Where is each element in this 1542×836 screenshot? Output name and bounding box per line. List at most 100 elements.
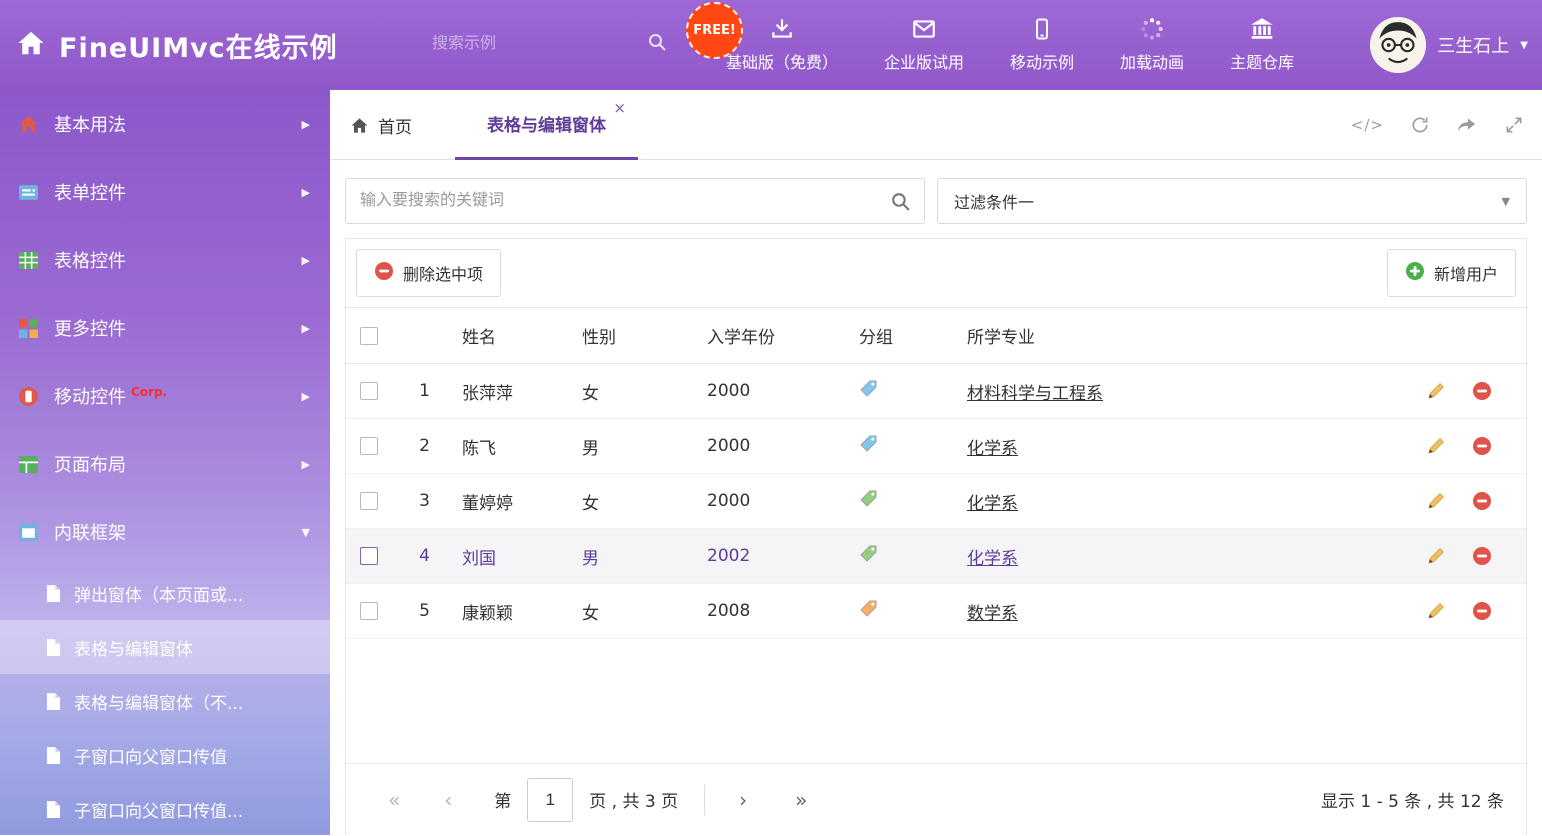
delete-row-icon[interactable] — [1472, 491, 1492, 511]
major-link[interactable]: 数学系 — [967, 604, 1018, 624]
sidebar-item-basic-usage[interactable]: 基本用法 ▶ — [0, 90, 330, 158]
row-number: 1 — [392, 364, 454, 419]
nav-item-label: 基础版（免费） — [726, 49, 838, 73]
record-summary: 显示 1 - 5 条 , 共 12 条 — [1321, 787, 1504, 812]
app-logo[interactable]: FineUIMvc在线示例 — [16, 0, 338, 90]
sidebar-item-mobile-controls[interactable]: 移动控件 Corp. ▶ — [0, 362, 330, 430]
enrollment-year: 2008 — [699, 584, 851, 639]
sidebar-item-page-layout[interactable]: 页面布局 ▶ — [0, 430, 330, 498]
page-number-input[interactable] — [527, 778, 573, 822]
sidebar-item-label: 页面布局 — [54, 451, 126, 477]
select-all-checkbox[interactable] — [360, 327, 378, 345]
nav-item-label: 移动示例 — [1010, 49, 1074, 73]
nav-item-basic-free[interactable]: 基础版（免费） — [726, 14, 838, 73]
pagination-bar: « ‹ 第 页 , 共 3 页 › » 显示 1 - 5 条 , 共 12 条 — [346, 763, 1526, 835]
first-page-button[interactable]: « — [388, 788, 400, 812]
header-nav: 基础版（免费） 企业版试用 移动示例 加载动画 主题仓库 — [726, 14, 1294, 73]
next-page-button[interactable]: › — [739, 788, 747, 812]
edit-icon[interactable] — [1426, 601, 1446, 621]
main-content: 首页 表格与编辑窗体 × </> 过滤条件一 ▼ — [330, 90, 1542, 835]
file-icon — [46, 692, 61, 711]
share-icon[interactable] — [1456, 114, 1478, 136]
edit-icon[interactable] — [1426, 491, 1446, 511]
tab-home-label: 首页 — [378, 113, 412, 138]
sidebar-subitem-grid-edit-window[interactable]: 表格与编辑窗体 — [0, 620, 330, 674]
delete-selected-label: 删除选中项 — [403, 261, 483, 285]
close-tab-icon[interactable]: × — [613, 99, 626, 117]
grid-panel: 删除选中项 新增用户 姓名 性别 入学年份 — [345, 238, 1527, 835]
sidebar-item-form-controls[interactable]: 表单控件 ▶ — [0, 158, 330, 226]
sidebar-subitem-child-to-parent[interactable]: 子窗口向父窗口传值 — [0, 728, 330, 782]
refresh-icon[interactable] — [1410, 115, 1430, 135]
prev-page-button[interactable]: ‹ — [444, 788, 452, 812]
sidebar-item-iframe[interactable]: 内联框架 ▼ — [0, 498, 330, 566]
major-link[interactable]: 化学系 — [967, 549, 1018, 569]
form-icon — [18, 182, 39, 203]
file-icon — [46, 638, 61, 657]
sidebar-subitem-child-to-parent-2[interactable]: 子窗口向父窗口传值... — [0, 782, 330, 836]
last-page-button[interactable]: » — [795, 788, 807, 812]
major-link[interactable]: 材料科学与工程系 — [967, 384, 1103, 404]
search-icon[interactable] — [647, 32, 667, 56]
major-link[interactable]: 化学系 — [967, 494, 1018, 514]
add-user-button[interactable]: 新增用户 — [1387, 249, 1516, 297]
enrollment-year: 2002 — [699, 529, 851, 584]
caret-down-icon: ▼ — [1502, 195, 1510, 208]
enrollment-year: 2000 — [699, 419, 851, 474]
edit-icon[interactable] — [1426, 436, 1446, 456]
sidebar-subitem-label: 弹出窗体（本页面或... — [74, 581, 243, 606]
delete-row-icon[interactable] — [1472, 381, 1492, 401]
sidebar-item-grid-controls[interactable]: 表格控件 ▶ — [0, 226, 330, 294]
search-icon[interactable] — [890, 191, 911, 212]
mobile-controls-icon — [18, 386, 39, 407]
header-search-input[interactable] — [432, 35, 639, 53]
caret-down-icon: ▼ — [302, 526, 310, 539]
grid-toolbar: 删除选中项 新增用户 — [346, 239, 1526, 307]
envelope-icon — [911, 14, 937, 42]
nav-item-label: 主题仓库 — [1230, 49, 1294, 73]
view-source-icon[interactable]: </> — [1351, 116, 1384, 134]
sidebar-item-more-controls[interactable]: 更多控件 ▶ — [0, 294, 330, 362]
filter-dropdown[interactable]: 过滤条件一 ▼ — [937, 178, 1527, 224]
table-header-row: 姓名 性别 入学年份 分组 所学专业 — [346, 308, 1526, 364]
major-link[interactable]: 化学系 — [967, 439, 1018, 459]
tab-home[interactable]: 首页 — [350, 90, 412, 160]
keyword-search-input[interactable] — [346, 179, 924, 223]
edit-icon[interactable] — [1426, 381, 1446, 401]
row-checkbox[interactable] — [360, 492, 378, 510]
col-row-number — [392, 308, 454, 364]
user-menu[interactable]: 三生石上 ▼ — [1370, 0, 1528, 90]
delete-row-icon[interactable] — [1472, 436, 1492, 456]
free-badge: FREE! — [686, 2, 743, 59]
group-tag-icon — [859, 434, 878, 453]
row-checkbox[interactable] — [360, 382, 378, 400]
sidebar: 基本用法 ▶ 表单控件 ▶ 表格控件 ▶ 更多控件 ▶ 移动控件 Corp. ▶… — [0, 90, 330, 835]
student-name: 张萍萍 — [454, 364, 574, 419]
table-icon — [18, 250, 39, 271]
nav-item-enterprise-trial[interactable]: 企业版试用 — [884, 14, 964, 73]
top-header: FineUIMvc在线示例 FREE! 基础版（免费） 企业版试用 移动示例 — [0, 0, 1542, 90]
chevron-right-icon: ▶ — [302, 458, 310, 471]
corp-badge: Corp. — [131, 385, 167, 399]
row-checkbox[interactable] — [360, 602, 378, 620]
sidebar-subitem-grid-edit-window-alt[interactable]: 表格与编辑窗体（不... — [0, 674, 330, 728]
delete-row-icon[interactable] — [1472, 546, 1492, 566]
row-checkbox[interactable] — [360, 547, 378, 565]
students-table: 姓名 性别 入学年份 分组 所学专业 1 张萍萍 女 2000 材料科学与工程系 — [346, 307, 1526, 639]
sidebar-subitem-popup-window[interactable]: 弹出窗体（本页面或... — [0, 566, 330, 620]
row-checkbox[interactable] — [360, 437, 378, 455]
edit-icon[interactable] — [1426, 546, 1446, 566]
nav-item-loading-animation[interactable]: 加载动画 — [1120, 14, 1184, 73]
bank-icon — [1249, 14, 1275, 42]
delete-selected-button[interactable]: 删除选中项 — [356, 249, 501, 297]
page-label-prefix: 第 — [494, 787, 511, 812]
sidebar-item-label: 基本用法 — [54, 111, 126, 137]
row-number: 3 — [392, 474, 454, 529]
nav-item-theme-store[interactable]: 主题仓库 — [1230, 14, 1294, 73]
expand-icon[interactable] — [1504, 115, 1524, 135]
student-name: 康颖颖 — [454, 584, 574, 639]
add-user-label: 新增用户 — [1434, 261, 1498, 285]
tab-grid-edit-window[interactable]: 表格与编辑窗体 × — [455, 90, 638, 160]
delete-row-icon[interactable] — [1472, 601, 1492, 621]
nav-item-mobile-demo[interactable]: 移动示例 — [1010, 14, 1074, 73]
